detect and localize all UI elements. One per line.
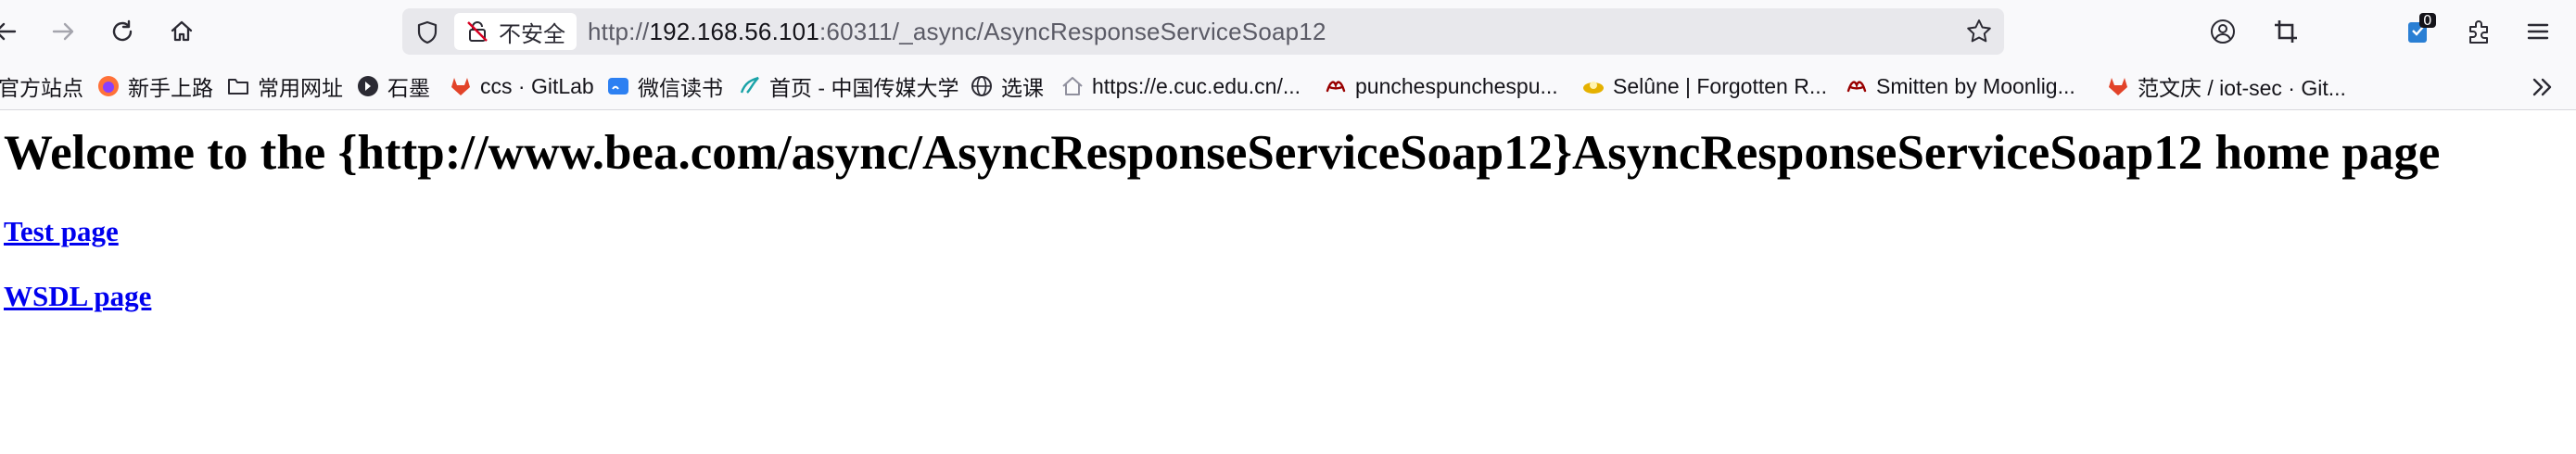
gitlab-icon xyxy=(2106,74,2130,98)
ao3-icon xyxy=(1845,74,1869,98)
bookmark-iot-sec-gitlab[interactable]: 范文庆 / iot-sec · Git... xyxy=(2106,69,2346,104)
page-content: Welcome to the {http://www.bea.com/async… xyxy=(4,111,2506,313)
bookmark-weread[interactable]: 微信读书 xyxy=(606,69,723,104)
bookmark-smitten[interactable]: Smitten by Moonlig... xyxy=(1845,69,2075,104)
bookmark-label: 常用网址 xyxy=(258,76,343,100)
bookmark-getting-started[interactable]: 新手上路 xyxy=(96,69,213,104)
chevron-double-right-icon[interactable] xyxy=(2524,69,2561,106)
bookmark-cuc-home[interactable]: 首页 - 中国传媒大学 xyxy=(738,69,958,104)
account-icon[interactable] xyxy=(2204,13,2241,50)
extensions-puzzle-icon[interactable] xyxy=(2460,13,2497,50)
url-text[interactable]: http://192.168.56.101:60311/_async/Async… xyxy=(588,18,1326,46)
url-path: :60311/_async/AsyncResponseServiceSoap12 xyxy=(818,18,1326,45)
bookmark-label: punchespunchespu... xyxy=(1355,73,1558,98)
home-icon[interactable] xyxy=(163,13,200,50)
firefox-icon xyxy=(96,74,121,98)
wsdl-page-heading: WSDL page xyxy=(4,280,2506,313)
security-indicator[interactable]: 不安全 xyxy=(454,13,577,50)
extension-badge: 0 xyxy=(2419,13,2436,28)
bookmark-shimo[interactable]: 石墨 xyxy=(356,69,430,104)
bookmark-folder-common-sites[interactable]: 常用网址 xyxy=(226,69,343,104)
browser-toolbar: 不安全 http://192.168.56.101:60311/_async/A… xyxy=(0,0,2576,63)
cuc-icon xyxy=(738,74,762,98)
url-bar[interactable]: 不安全 http://192.168.56.101:60311/_async/A… xyxy=(402,8,2004,55)
bookmark-ccs-gitlab[interactable]: ccs · GitLab xyxy=(449,69,594,104)
bookmark-label: Smitten by Moonlig... xyxy=(1876,73,2075,98)
weread-icon xyxy=(606,74,630,98)
extension-icon[interactable]: 0 xyxy=(2399,13,2436,50)
insecure-lock-icon xyxy=(467,21,488,42)
screenshot-crop-icon[interactable] xyxy=(2267,13,2304,50)
test-page-heading: Test page xyxy=(4,215,2506,248)
bookmark-label: 微信读书 xyxy=(638,76,723,100)
bookmark-label: 新手上路 xyxy=(128,76,213,100)
url-prefix: http:// xyxy=(588,18,650,45)
ao3-icon xyxy=(1324,74,1348,98)
bookmark-course-selection[interactable]: 选课 xyxy=(970,69,1044,104)
globe-icon xyxy=(970,74,994,98)
bookmark-label: 石墨 xyxy=(387,76,430,100)
folder-icon xyxy=(226,74,250,98)
bookmark-e-cuc[interactable]: https://e.cuc.edu.cn/... xyxy=(1060,69,1301,104)
gitlab-icon xyxy=(449,74,473,98)
bookmark-label: Selûne | Forgotten R... xyxy=(1613,73,1827,98)
bookmark-label: ccs · GitLab xyxy=(480,73,594,98)
shield-icon[interactable] xyxy=(412,17,443,48)
selune-icon xyxy=(1581,74,1605,98)
back-icon[interactable] xyxy=(0,13,24,50)
wsdl-page-link[interactable]: WSDL page xyxy=(4,280,151,312)
bookmark-official-site[interactable]: 官方站点 xyxy=(0,69,83,104)
url-host: 192.168.56.101 xyxy=(649,18,819,45)
bookmark-label: 范文庆 / iot-sec · Git... xyxy=(2138,76,2346,100)
house-icon xyxy=(1060,74,1085,98)
bookmarks-toolbar: 官方站点 新手上路 常用网址 石墨 ccs · GitLab 微信读书 首页 -… xyxy=(0,63,2576,110)
star-icon[interactable] xyxy=(1963,16,1995,47)
shimo-icon xyxy=(356,74,380,98)
bookmark-label: 官方站点 xyxy=(0,76,83,100)
bookmark-label: https://e.cuc.edu.cn/... xyxy=(1092,73,1301,98)
bookmark-selune[interactable]: Selûne | Forgotten R... xyxy=(1581,69,1827,104)
security-label: 不安全 xyxy=(499,21,565,47)
forward-icon[interactable] xyxy=(44,13,82,50)
menu-icon[interactable] xyxy=(2519,13,2557,50)
page-heading: Welcome to the {http://www.bea.com/async… xyxy=(4,126,2441,180)
reload-icon[interactable] xyxy=(104,13,141,50)
test-page-link[interactable]: Test page xyxy=(4,215,119,247)
bookmark-label: 选课 xyxy=(1001,76,1044,100)
bookmark-punches[interactable]: punchespunchespu... xyxy=(1324,69,1558,104)
bookmark-label: 首页 - 中国传媒大学 xyxy=(769,76,959,100)
